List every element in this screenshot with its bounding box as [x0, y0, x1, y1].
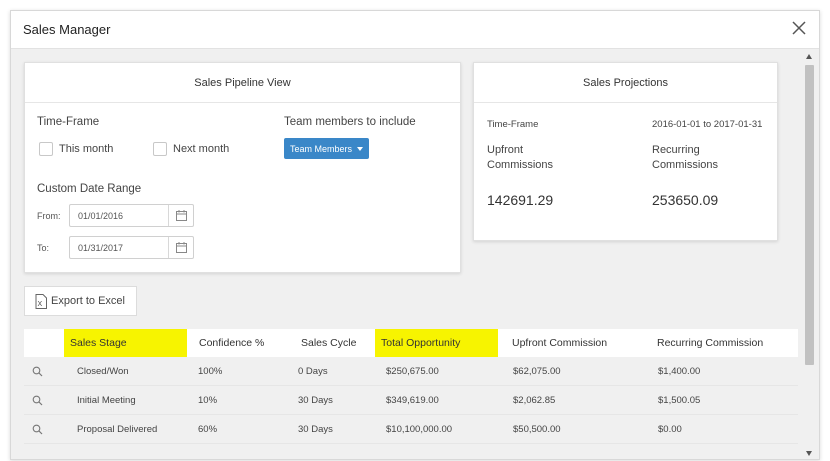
projections-timeframe-label: Time-Frame — [487, 119, 539, 130]
next-month-label: Next month — [173, 143, 230, 155]
cell-confidence: 10% — [198, 395, 218, 406]
svg-text:X: X — [38, 301, 43, 308]
from-date-value[interactable]: 01/01/2016 — [70, 211, 168, 221]
cell-sales-cycle: 0 Days — [298, 366, 328, 377]
team-members-button-label: Team Members — [289, 143, 352, 154]
cell-recurring-commission: $1,400.00 — [658, 366, 701, 377]
caret-down-icon — [357, 146, 363, 151]
cell-upfront-commission: $62,075.00 — [513, 366, 561, 377]
calendar-icon[interactable] — [168, 205, 193, 226]
sales-stage-grid: Sales Stage Confidence % Sales Cycle Tot… — [24, 329, 798, 444]
close-icon[interactable] — [789, 18, 809, 38]
search-icon[interactable] — [32, 366, 43, 377]
timeframe-label: Time-Frame — [37, 116, 100, 128]
excel-icon: X — [35, 293, 47, 309]
cell-recurring-commission: $0.00 — [658, 424, 682, 435]
scroll-up-arrow-icon[interactable] — [806, 54, 812, 59]
sales-projections-card: Sales Projections Time-Frame 2016-01-01 … — [473, 62, 778, 241]
cell-sales-stage: Initial Meeting — [77, 395, 136, 406]
scroll-down-arrow-icon[interactable] — [806, 451, 812, 456]
projections-timeframe-value: 2016-01-01 to 2017-01-31 — [652, 119, 763, 130]
calendar-icon[interactable] — [168, 237, 193, 258]
from-date-input[interactable]: 01/01/2016 — [69, 204, 194, 227]
table-row[interactable]: Initial Meeting 10% 30 Days $349,619.00 … — [24, 386, 798, 415]
from-date-row: From: 01/01/2016 — [37, 204, 194, 227]
cell-recurring-commission: $1,500.05 — [658, 395, 701, 406]
cell-upfront-commission: $2,062.85 — [513, 395, 556, 406]
window-title: Sales Manager — [23, 22, 111, 37]
sales-manager-dialog: Sales Manager Sales Pipeline View Time-F… — [10, 10, 820, 460]
scrollbar-thumb[interactable] — [805, 65, 814, 365]
search-icon[interactable] — [32, 424, 43, 435]
column-header-confidence[interactable]: Confidence % — [193, 329, 288, 357]
column-header-sales-stage[interactable]: Sales Stage — [64, 329, 187, 357]
pipeline-card-title: Sales Pipeline View — [25, 63, 460, 103]
column-header-upfront-commission[interactable]: Upfront Commission — [506, 329, 636, 357]
cell-confidence: 60% — [198, 424, 218, 435]
export-to-excel-button[interactable]: X Export to Excel — [24, 286, 137, 316]
recurring-commissions-label: Recurring Commissions — [652, 144, 719, 171]
cell-sales-stage: Closed/Won — [77, 366, 129, 377]
search-icon[interactable] — [32, 395, 43, 406]
column-header-total-opportunity[interactable]: Total Opportunity — [375, 329, 498, 357]
team-members-dropdown[interactable]: Team Members — [284, 138, 369, 159]
to-date-input[interactable]: 01/31/2017 — [69, 236, 194, 259]
upfront-commissions-label: Upfront Commissions — [487, 144, 554, 171]
projections-card-title: Sales Projections — [474, 63, 777, 103]
next-month-checkbox[interactable]: Next month — [153, 142, 229, 156]
upfront-commissions-value: 142691.29 — [487, 192, 554, 208]
cell-upfront-commission: $50,500.00 — [513, 424, 561, 435]
recurring-commissions-value: 253650.09 — [652, 192, 719, 208]
cell-total-opportunity: $250,675.00 — [386, 366, 439, 377]
cell-total-opportunity: $10,100,000.00 — [386, 424, 453, 435]
title-bar: Sales Manager — [11, 11, 819, 49]
from-label: From: — [37, 210, 61, 221]
checkbox-box[interactable] — [39, 142, 53, 156]
vertical-scrollbar[interactable] — [803, 51, 817, 459]
to-date-value[interactable]: 01/31/2017 — [70, 243, 168, 253]
team-members-label: Team members to include — [284, 116, 416, 128]
table-row[interactable]: Proposal Delivered 60% 30 Days $10,100,0… — [24, 415, 798, 444]
cell-sales-cycle: 30 Days — [298, 395, 333, 406]
to-date-row: To: 01/31/2017 — [37, 236, 194, 259]
this-month-checkbox[interactable]: This month — [39, 142, 113, 156]
column-header-sales-cycle[interactable]: Sales Cycle — [295, 329, 375, 357]
custom-date-range-label: Custom Date Range — [37, 183, 142, 195]
export-label: Export to Excel — [51, 295, 125, 307]
cell-total-opportunity: $349,619.00 — [386, 395, 439, 406]
grid-header-row: Sales Stage Confidence % Sales Cycle Tot… — [24, 329, 798, 357]
column-header-recurring-commission[interactable]: Recurring Commission — [651, 329, 791, 357]
checkbox-box[interactable] — [153, 142, 167, 156]
sales-pipeline-card: Sales Pipeline View Time-Frame This mont… — [24, 62, 461, 273]
cell-sales-stage: Proposal Delivered — [77, 424, 158, 435]
cell-sales-cycle: 30 Days — [298, 424, 333, 435]
to-label: To: — [37, 242, 50, 253]
table-row[interactable]: Closed/Won 100% 0 Days $250,675.00 $62,0… — [24, 357, 798, 386]
cell-confidence: 100% — [198, 366, 223, 377]
this-month-label: This month — [59, 143, 114, 155]
